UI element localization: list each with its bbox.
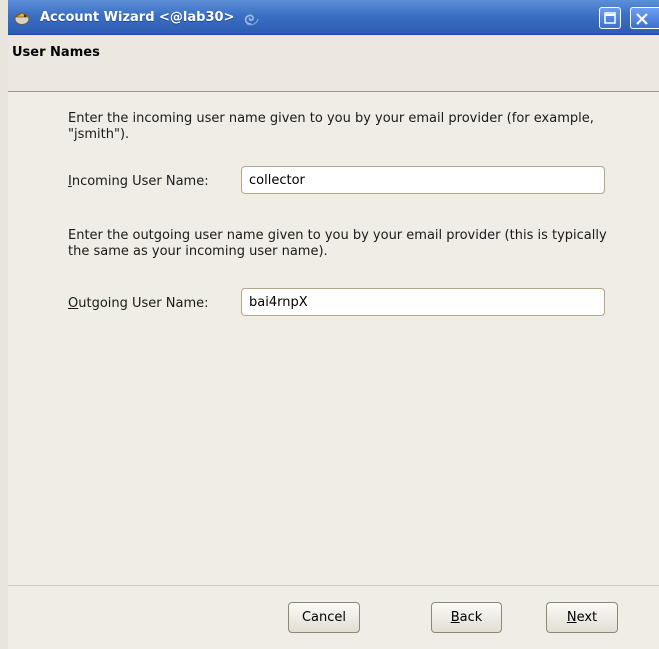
cancel-button[interactable]: Cancel [288, 602, 360, 633]
swirl-icon [241, 9, 261, 27]
outgoing-instructions: Enter the outgoing user name given to yo… [68, 228, 607, 259]
wizard-content: Enter the incoming user name given to yo… [8, 93, 659, 585]
back-label-text: ack [459, 610, 483, 625]
incoming-user-name-input[interactable] [241, 166, 605, 194]
incoming-user-name-label: Incoming User Name: [68, 174, 209, 189]
button-bar: Cancel Back Next [8, 585, 659, 649]
close-icon [636, 13, 648, 25]
window-title: Account Wizard <@lab30> [40, 10, 235, 25]
close-button[interactable] [630, 7, 659, 29]
account-wizard-window: Account Wizard <@lab30> User Names Enter… [8, 0, 659, 649]
incoming-label-text: ncoming User Name: [71, 174, 209, 189]
outgoing-user-name-input[interactable] [241, 288, 605, 316]
next-mnemonic: N [566, 610, 577, 625]
thunderbird-icon[interactable] [13, 10, 31, 26]
maximize-button[interactable] [599, 7, 621, 29]
back-button[interactable]: Back [431, 602, 502, 633]
next-label-text: ext [576, 610, 598, 625]
outgoing-label-mnemonic: O [68, 296, 79, 311]
page-header: User Names [8, 35, 659, 92]
outgoing-label-text: utgoing User Name: [78, 296, 209, 311]
back-mnemonic: B [450, 610, 460, 625]
maximize-icon [604, 12, 616, 24]
title-bar[interactable]: Account Wizard <@lab30> [8, 0, 659, 35]
page-title: User Names [12, 45, 100, 60]
next-button[interactable]: Next [546, 602, 618, 633]
incoming-instructions: Enter the incoming user name given to yo… [68, 111, 594, 142]
outgoing-user-name-label: Outgoing User Name: [68, 296, 209, 311]
